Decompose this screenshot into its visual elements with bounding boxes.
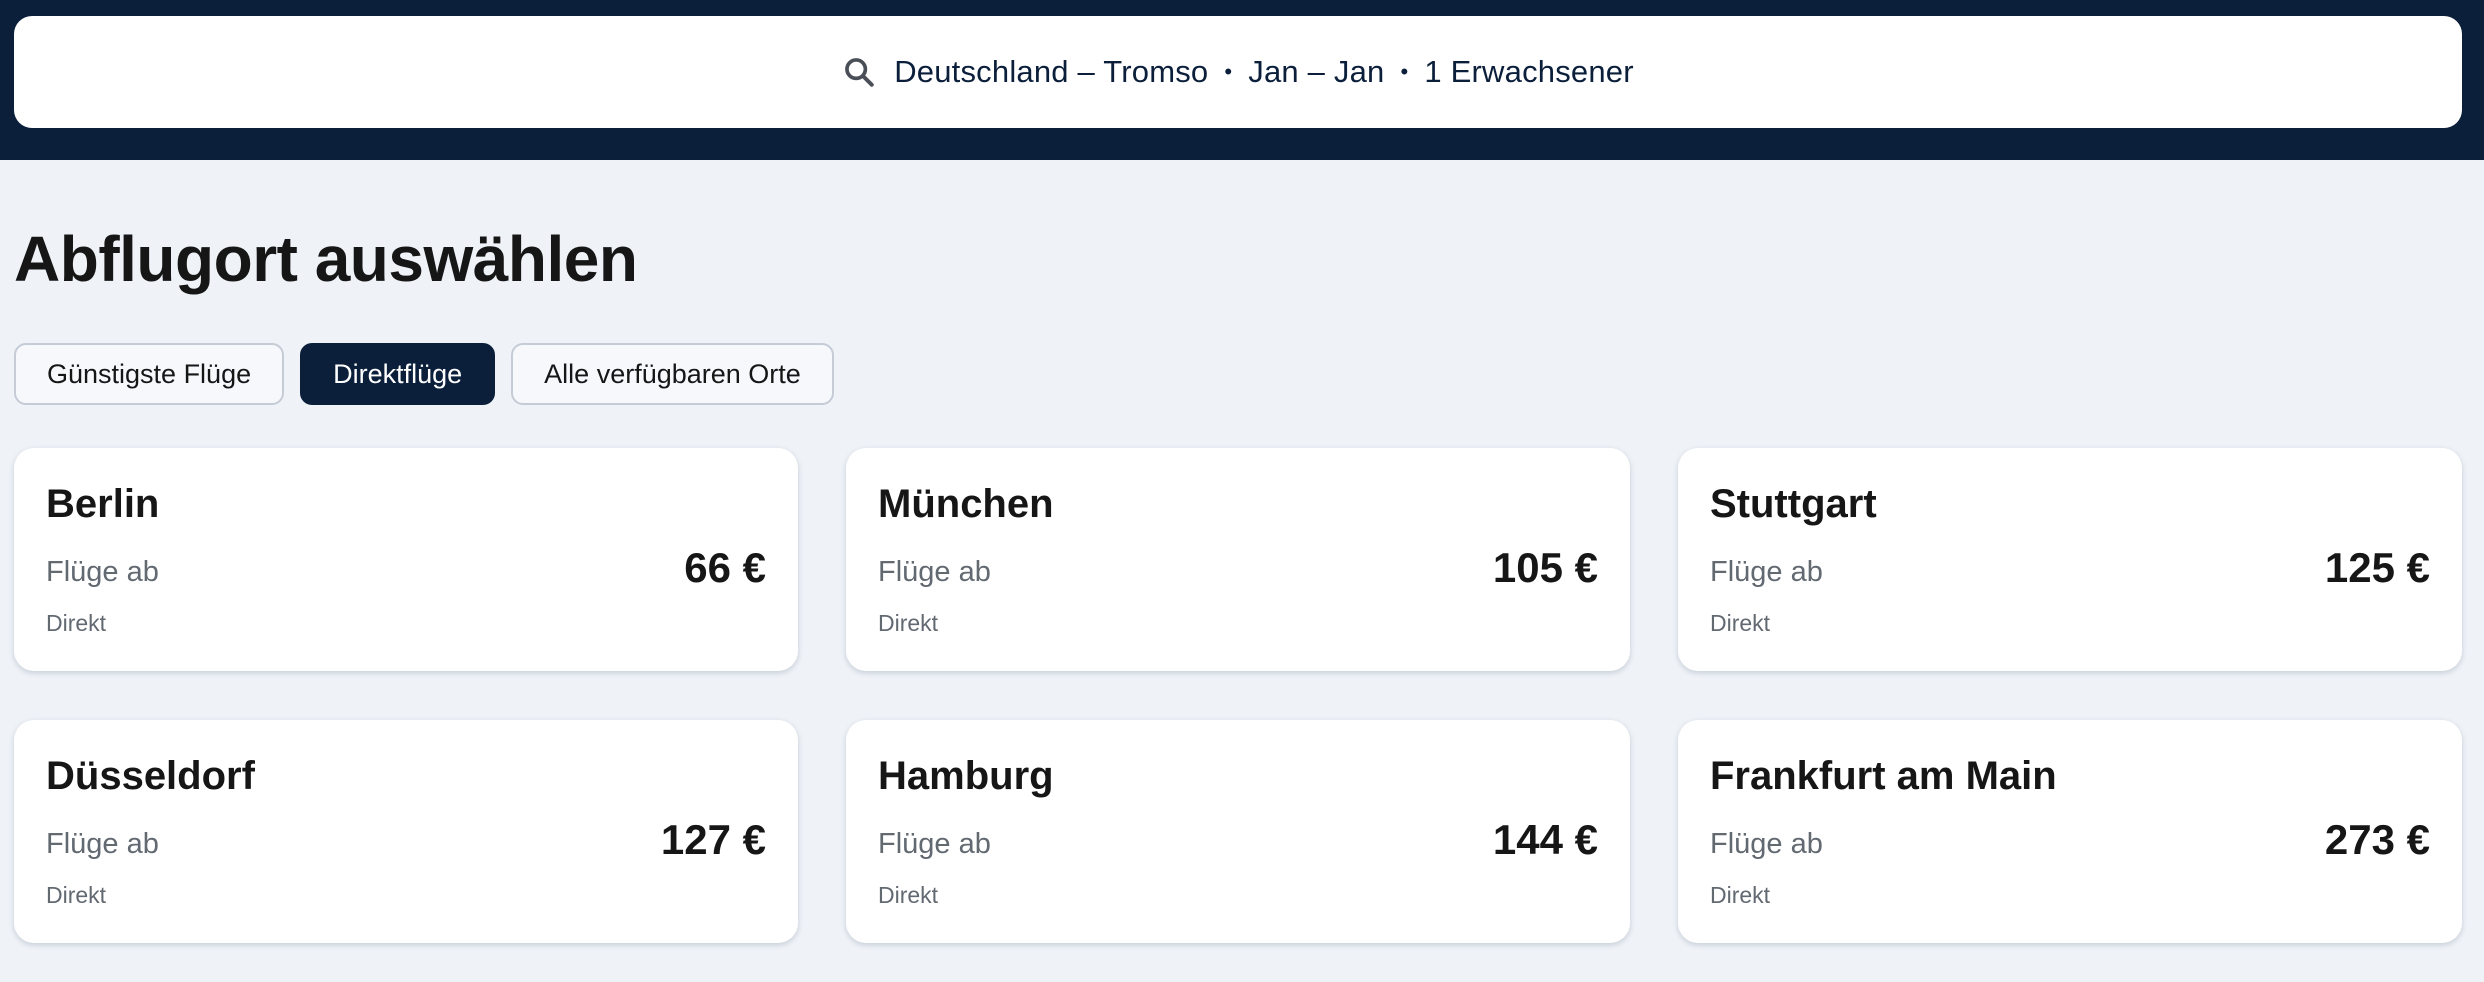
card-price: 273 € xyxy=(2324,816,2430,863)
search-route: Deutschland – Tromso xyxy=(894,54,1209,89)
search-passengers: 1 Erwachsener xyxy=(1424,54,1634,89)
filter-all-locations[interactable]: Alle verfügbaren Orte xyxy=(511,343,834,405)
card-price: 144 € xyxy=(1492,816,1598,863)
card-city: Frankfurt am Main xyxy=(1710,754,2057,798)
separator-dot: • xyxy=(1400,59,1409,84)
card-from-label: Flüge ab xyxy=(46,828,159,860)
separator-dot: • xyxy=(1224,59,1233,84)
card-from-label: Flüge ab xyxy=(878,556,991,588)
destination-card-berlin[interactable]: Berlin Flüge ab 66 € Direkt xyxy=(14,448,798,671)
card-from-label: Flüge ab xyxy=(1710,556,1823,588)
card-stops: Direkt xyxy=(46,882,107,908)
filter-direct-flights[interactable]: Direktflüge xyxy=(300,343,496,405)
destination-card-munich[interactable]: München Flüge ab 105 € Direkt xyxy=(846,448,1630,671)
card-city: Düsseldorf xyxy=(46,754,255,798)
card-price: 105 € xyxy=(1492,544,1598,591)
destination-card-stuttgart[interactable]: Stuttgart Flüge ab 125 € Direkt xyxy=(1678,448,2462,671)
card-stops: Direkt xyxy=(1710,610,1771,636)
card-city: Berlin xyxy=(46,482,160,526)
filter-chips: Günstigste Flüge Direktflüge Alle verfüg… xyxy=(14,343,834,405)
filter-cheapest-flights[interactable]: Günstigste Flüge xyxy=(14,343,285,405)
card-stops: Direkt xyxy=(878,882,939,908)
card-stops: Direkt xyxy=(878,610,939,636)
card-city: München xyxy=(878,482,1054,526)
card-price: 127 € xyxy=(660,816,766,863)
destination-card-hamburg[interactable]: Hamburg Flüge ab 144 € Direkt xyxy=(846,720,1630,943)
search-summary-bar[interactable]: Deutschland – Tromso • Jan – Jan • 1 Erw… xyxy=(14,16,2462,128)
card-from-label: Flüge ab xyxy=(878,828,991,860)
card-price: 66 € xyxy=(684,544,766,591)
card-from-label: Flüge ab xyxy=(1710,828,1823,860)
card-stops: Direkt xyxy=(1710,882,1771,908)
destination-card-frankfurt[interactable]: Frankfurt am Main Flüge ab 273 € Direkt xyxy=(1678,720,2462,943)
card-stops: Direkt xyxy=(46,610,107,636)
card-from-label: Flüge ab xyxy=(46,556,159,588)
card-price: 125 € xyxy=(2324,544,2430,591)
top-header: Deutschland – Tromso • Jan – Jan • 1 Erw… xyxy=(0,0,2484,160)
card-city: Hamburg xyxy=(878,754,1054,798)
search-dates: Jan – Jan xyxy=(1248,54,1385,89)
destination-card-duesseldorf[interactable]: Düsseldorf Flüge ab 127 € Direkt xyxy=(14,720,798,943)
page-title: Abflugort auswählen xyxy=(14,223,638,295)
search-icon xyxy=(842,55,876,89)
card-city: Stuttgart xyxy=(1710,482,1877,526)
